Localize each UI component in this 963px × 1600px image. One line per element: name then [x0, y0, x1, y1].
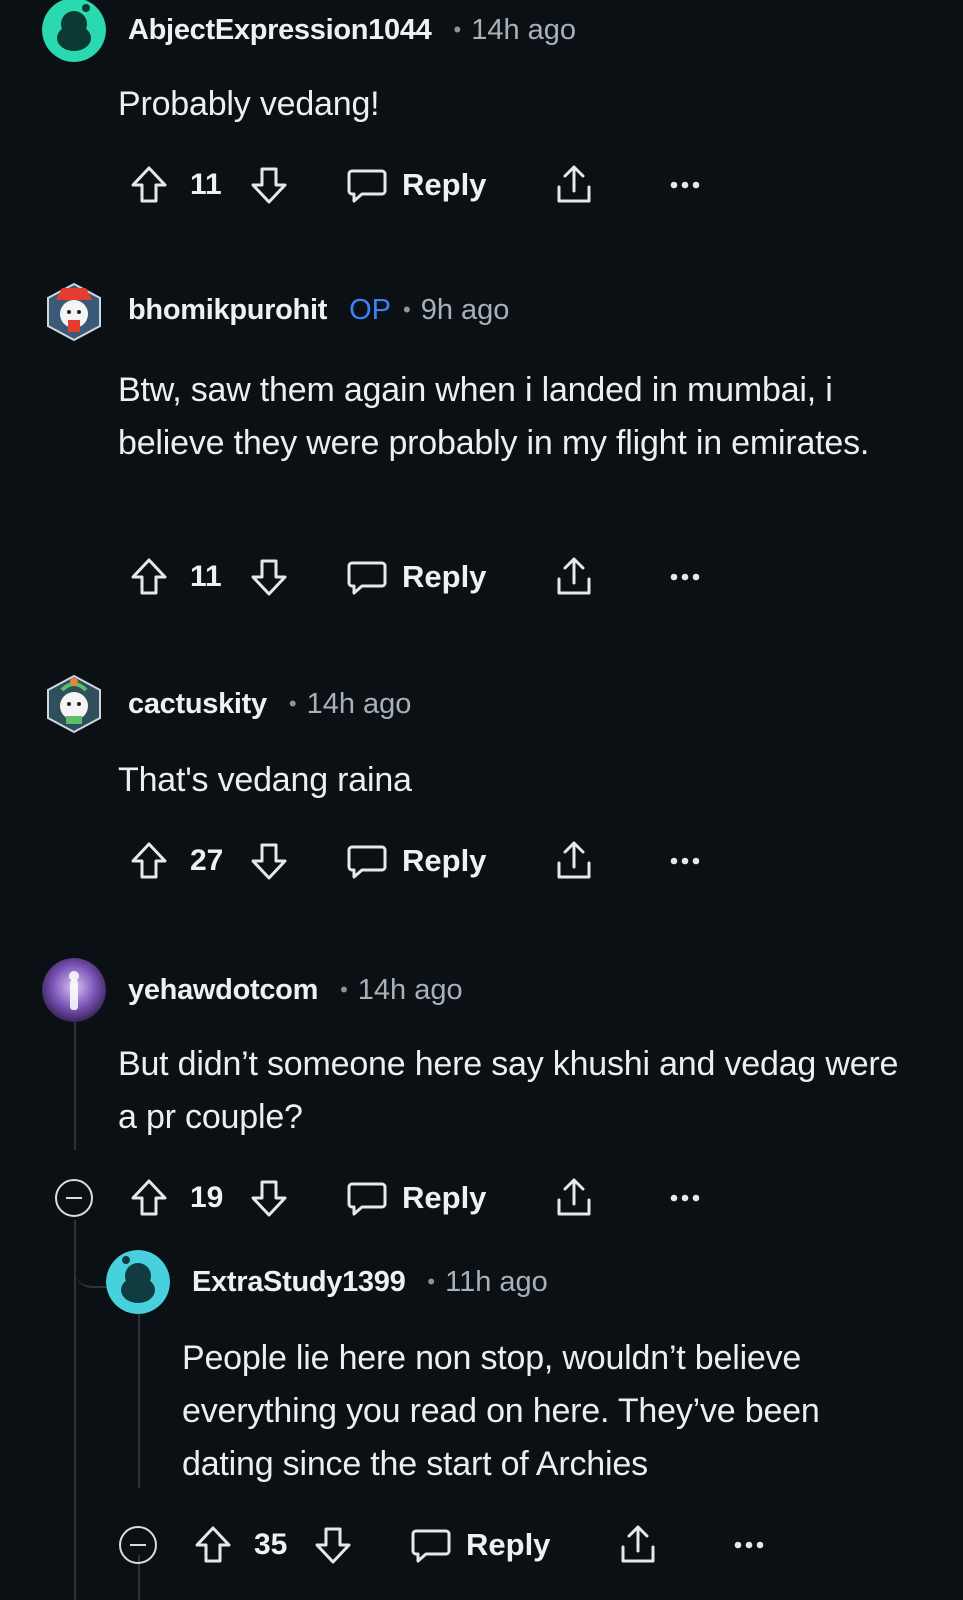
downvote-icon[interactable] [248, 1173, 290, 1223]
reply-button[interactable]: Reply [346, 836, 486, 886]
username[interactable]: cactuskity [128, 688, 267, 721]
thread-line[interactable] [138, 1308, 140, 1488]
share-icon[interactable] [553, 836, 595, 886]
timestamp: 11h ago [445, 1265, 548, 1298]
reply-connector [74, 1226, 106, 1288]
reply-button[interactable]: Reply [410, 1520, 550, 1570]
reply-button[interactable]: Reply [346, 160, 486, 210]
vote-count: 19 [190, 1181, 224, 1214]
comment-meta: AbjectExpression1044 • 14h ago [128, 10, 576, 50]
timestamp: 9h ago [420, 293, 510, 326]
comment-body: But didn’t someone here say khushi and v… [118, 1045, 899, 1136]
more-options-icon[interactable] [732, 1520, 766, 1570]
custom-avatar-icon [47, 282, 101, 342]
reply-label: Reply [402, 559, 487, 594]
thread-line[interactable] [74, 1022, 76, 1150]
vote-count: 11 [190, 168, 222, 201]
separator-dot: • [427, 1269, 436, 1294]
vote-count: 27 [190, 844, 224, 877]
share-icon[interactable] [617, 1520, 659, 1570]
more-options-icon[interactable] [668, 836, 702, 886]
upvote-icon[interactable] [128, 1173, 170, 1223]
reply-label: Reply [402, 1180, 487, 1215]
username[interactable]: ExtraStudy1399 [192, 1266, 406, 1299]
speech-bubble-icon [410, 1525, 452, 1565]
comment-actions: 11 Reply [128, 552, 728, 602]
snoo-avatar-icon [106, 1250, 170, 1314]
comment-meta: ExtraStudy1399 • 11h ago [192, 1262, 548, 1302]
comment-actions: 11 Reply [128, 160, 728, 210]
separator-dot: • [340, 977, 348, 1002]
share-icon[interactable] [553, 552, 595, 602]
separator-dot: • [453, 17, 462, 42]
avatar[interactable] [42, 958, 106, 1022]
comment-body: People lie here non stop, wouldn’t belie… [182, 1339, 820, 1483]
image-avatar-icon [42, 958, 106, 1022]
downvote-icon[interactable] [248, 552, 290, 602]
upvote-icon[interactable] [128, 552, 170, 602]
upvote-icon[interactable] [128, 836, 170, 886]
downvote-icon[interactable] [248, 836, 290, 886]
collapse-thread-button[interactable] [55, 1179, 93, 1217]
reply-button[interactable]: Reply [346, 1173, 486, 1223]
more-options-icon[interactable] [668, 160, 702, 210]
downvote-icon[interactable] [312, 1520, 354, 1570]
speech-bubble-icon [346, 557, 388, 597]
comment-meta: yehawdotcom • 14h ago [128, 970, 463, 1010]
username[interactable]: bhomikpurohit [128, 294, 327, 327]
upvote-icon[interactable] [192, 1520, 234, 1570]
avatar[interactable] [42, 0, 106, 62]
collapse-thread-button[interactable] [119, 1526, 157, 1564]
timestamp: 14h ago [357, 973, 463, 1006]
comment-meta: bhomikpurohit OP • 9h ago [128, 290, 509, 330]
downvote-icon[interactable] [248, 160, 290, 210]
share-icon[interactable] [553, 1173, 595, 1223]
comment-body: Btw, saw them again when i landed in mum… [118, 371, 870, 462]
vote-count: 35 [254, 1528, 288, 1561]
reply-label: Reply [402, 843, 487, 878]
speech-bubble-icon [346, 165, 388, 205]
more-options-icon[interactable] [668, 552, 702, 602]
username[interactable]: AbjectExpression1044 [128, 14, 432, 47]
upvote-icon[interactable] [128, 160, 170, 210]
share-icon[interactable] [553, 160, 595, 210]
timestamp: 14h ago [471, 13, 577, 46]
speech-bubble-icon [346, 1178, 388, 1218]
vote-count: 11 [190, 560, 222, 593]
separator-dot: • [288, 691, 297, 716]
comment-actions: 27 Reply [128, 836, 728, 886]
avatar[interactable] [42, 280, 106, 344]
timestamp: 14h ago [306, 687, 412, 720]
comment-meta: cactuskity • 14h ago [128, 684, 411, 724]
comment-actions: 19 Reply [128, 1173, 728, 1223]
comment-actions: 35 Reply [192, 1520, 792, 1570]
separator-dot: • [402, 297, 411, 322]
username[interactable]: yehawdotcom [128, 974, 318, 1007]
comment-body: That's vedang raina [118, 761, 412, 799]
custom-avatar-icon [47, 674, 101, 734]
snoo-avatar-icon [42, 0, 106, 62]
reply-button[interactable]: Reply [346, 552, 486, 602]
comment-body: Probably vedang! [118, 85, 380, 123]
op-badge: OP [349, 293, 391, 326]
speech-bubble-icon [346, 841, 388, 881]
reply-label: Reply [402, 167, 487, 202]
more-options-icon[interactable] [668, 1173, 702, 1223]
reply-label: Reply [466, 1527, 551, 1562]
avatar[interactable] [106, 1250, 170, 1314]
avatar[interactable] [42, 672, 106, 736]
